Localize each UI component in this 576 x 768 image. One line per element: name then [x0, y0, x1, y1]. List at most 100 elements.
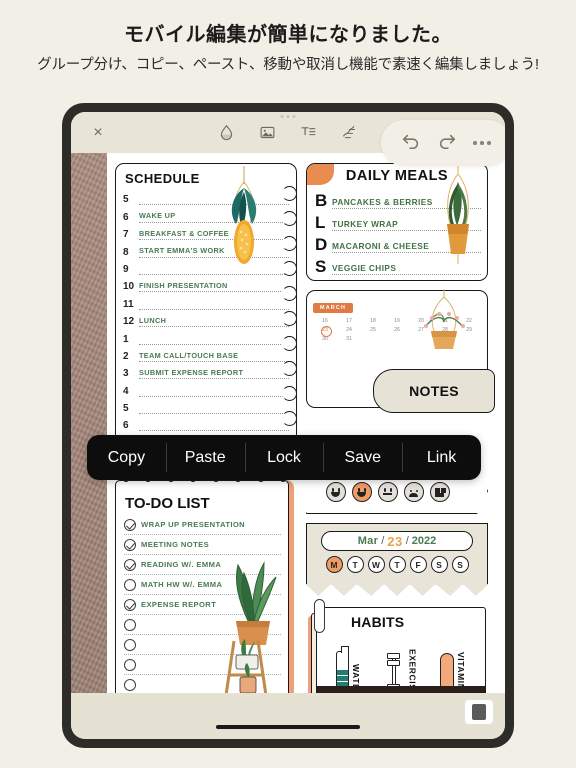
weekday-sunday[interactable]: S: [451, 556, 469, 573]
table-row[interactable]: 5: [123, 397, 289, 415]
checkbox-unchecked[interactable]: [124, 578, 136, 591]
list-item[interactable]: D Macaroni & Cheese: [313, 231, 481, 253]
list-item[interactable]: [124, 615, 281, 635]
calendar-day[interactable]: 19: [385, 317, 409, 325]
todo-label: Reading w/. Emma: [141, 560, 222, 569]
calendar-day[interactable]: 16: [313, 317, 337, 325]
table-row[interactable]: 7 Breakfast & coffee: [123, 223, 289, 241]
todo-card[interactable]: TO-DO LIST Wrap up presentation Meeting …: [115, 480, 289, 693]
checkbox-checked[interactable]: [124, 558, 136, 571]
smile-face-icon[interactable]: [352, 482, 372, 502]
table-row[interactable]: 11: [123, 292, 289, 310]
stressed-face-icon[interactable]: [430, 482, 450, 502]
home-indicator[interactable]: [216, 725, 360, 729]
calendar-day[interactable]: 20: [409, 317, 433, 325]
close-button[interactable]: ×: [88, 123, 108, 143]
calendar-day[interactable]: 25: [361, 326, 385, 334]
table-row[interactable]: 6 Wake up: [123, 205, 289, 223]
weekday-tuesday[interactable]: T: [346, 556, 364, 573]
image-icon[interactable]: [259, 124, 276, 141]
table-row[interactable]: 12 Lunch: [123, 310, 289, 328]
menu-item-save[interactable]: Save: [323, 435, 402, 480]
calendar-day[interactable]: 27: [409, 326, 433, 334]
date-tracker-card[interactable]: Mar / 23 / 2022 M T W T F S S: [305, 523, 489, 596]
calendar-day[interactable]: 29: [457, 326, 481, 334]
sad-face-icon[interactable]: [404, 482, 424, 502]
date-field[interactable]: Mar / 23 / 2022: [321, 531, 473, 551]
list-item[interactable]: [124, 655, 281, 675]
list-item[interactable]: Reading w/. Emma: [124, 555, 281, 575]
checkbox-unchecked[interactable]: [124, 618, 136, 631]
schedule-hour: 6: [123, 211, 129, 223]
table-row[interactable]: 2 Team call/touch base: [123, 345, 289, 362]
month-badge: MARCH: [313, 303, 354, 313]
checkbox-unchecked[interactable]: [124, 678, 136, 691]
schedule-hour: 6: [123, 420, 129, 432]
calendar-day[interactable]: 22: [457, 317, 481, 325]
checkbox-checked[interactable]: [124, 538, 136, 551]
menu-item-paste[interactable]: Paste: [165, 435, 245, 480]
table-row[interactable]: 10 Finish presentation: [123, 275, 289, 293]
scribble-icon[interactable]: [341, 124, 358, 141]
calendar-day-selected[interactable]: 23: [313, 325, 337, 337]
list-item[interactable]: [124, 675, 281, 693]
redo-button[interactable]: [437, 131, 457, 156]
leather-binding-texture: [71, 153, 107, 693]
list-item[interactable]: S Veggie Chips: [313, 253, 481, 275]
habit-vitamins[interactable]: VITAMINS: [317, 652, 485, 693]
menu-item-lock[interactable]: Lock: [244, 435, 324, 480]
calendar-day[interactable]: 24: [337, 326, 361, 334]
table-row[interactable]: 5: [123, 188, 289, 206]
list-item[interactable]: Math hw w/. Emma: [124, 575, 281, 595]
list-item[interactable]: Expense report: [124, 595, 281, 615]
calendar-card[interactable]: MARCH 16 17 18 19 20 21 22 23 24 25 26 2…: [306, 289, 495, 413]
neutral-face-icon[interactable]: [378, 482, 398, 502]
list-item[interactable]: L Turkey Wrap: [313, 209, 481, 231]
weekday-thursday[interactable]: T: [388, 556, 406, 573]
text-icon[interactable]: [300, 124, 317, 141]
list-item[interactable]: Wrap up presentation: [124, 515, 281, 535]
checkbox-checked[interactable]: [124, 598, 136, 611]
ink-drop-icon[interactable]: [218, 124, 235, 141]
calendar-day[interactable]: 18: [361, 317, 385, 325]
weekday-saturday[interactable]: S: [430, 556, 448, 573]
date-separator: /: [405, 535, 409, 547]
calendar-grid[interactable]: 16 17 18 19 20 21 22 23 24 25 26 27 28 2…: [313, 317, 481, 343]
tablet-device: × SCHEDULE 5 6 WAKE UP 7 BREAKFAST & COF…: [62, 103, 514, 748]
habits-card[interactable]: HABITS WATER EXERCISE VITAMINS: [316, 607, 486, 693]
table-row[interactable]: 8 Start Emma's work: [123, 240, 289, 258]
table-row[interactable]: 6: [123, 414, 289, 432]
table-row[interactable]: 9: [123, 258, 289, 275]
schedule-hour: 5: [123, 403, 129, 415]
paper-clip-icon: [314, 599, 325, 633]
schedule-entry: Lunch: [139, 317, 289, 328]
weekday-friday[interactable]: F: [409, 556, 427, 573]
color-swatch-button[interactable]: [465, 700, 493, 724]
undo-button[interactable]: [401, 131, 421, 156]
calendar-day[interactable]: 21: [433, 317, 457, 325]
weekday-wednesday[interactable]: W: [367, 556, 385, 573]
table-row[interactable]: 3 Submit expense report: [123, 362, 289, 380]
weekday-monday[interactable]: M: [325, 556, 343, 573]
schedule-entry: [139, 272, 289, 275]
calendar-day[interactable]: 28: [433, 326, 457, 334]
calendar-day[interactable]: 31: [337, 335, 361, 343]
notes-card[interactable]: NOTES: [373, 369, 495, 413]
drag-handle-dots[interactable]: [280, 115, 296, 118]
more-options-button[interactable]: [473, 141, 491, 145]
happy-face-icon[interactable]: [326, 482, 346, 502]
menu-item-copy[interactable]: Copy: [87, 435, 166, 480]
daily-meals-card[interactable]: DAILY MEALS B Pancakes & Berries L Turkey …: [306, 163, 488, 281]
schedule-card[interactable]: SCHEDULE 5 6 Wake up 7 Breakfast & coffee …: [115, 163, 297, 459]
calendar-day[interactable]: 26: [385, 326, 409, 334]
menu-item-link[interactable]: Link: [402, 435, 481, 480]
list-item[interactable]: [124, 635, 281, 655]
calendar-day[interactable]: 17: [337, 317, 361, 325]
list-item[interactable]: Meeting notes: [124, 535, 281, 555]
checkbox-checked[interactable]: [124, 518, 136, 531]
checkbox-unchecked[interactable]: [124, 658, 136, 671]
table-row[interactable]: 4: [123, 379, 289, 397]
checkbox-unchecked[interactable]: [124, 638, 136, 651]
list-item[interactable]: B Pancakes & Berries: [313, 187, 481, 209]
table-row[interactable]: 1: [123, 327, 289, 345]
